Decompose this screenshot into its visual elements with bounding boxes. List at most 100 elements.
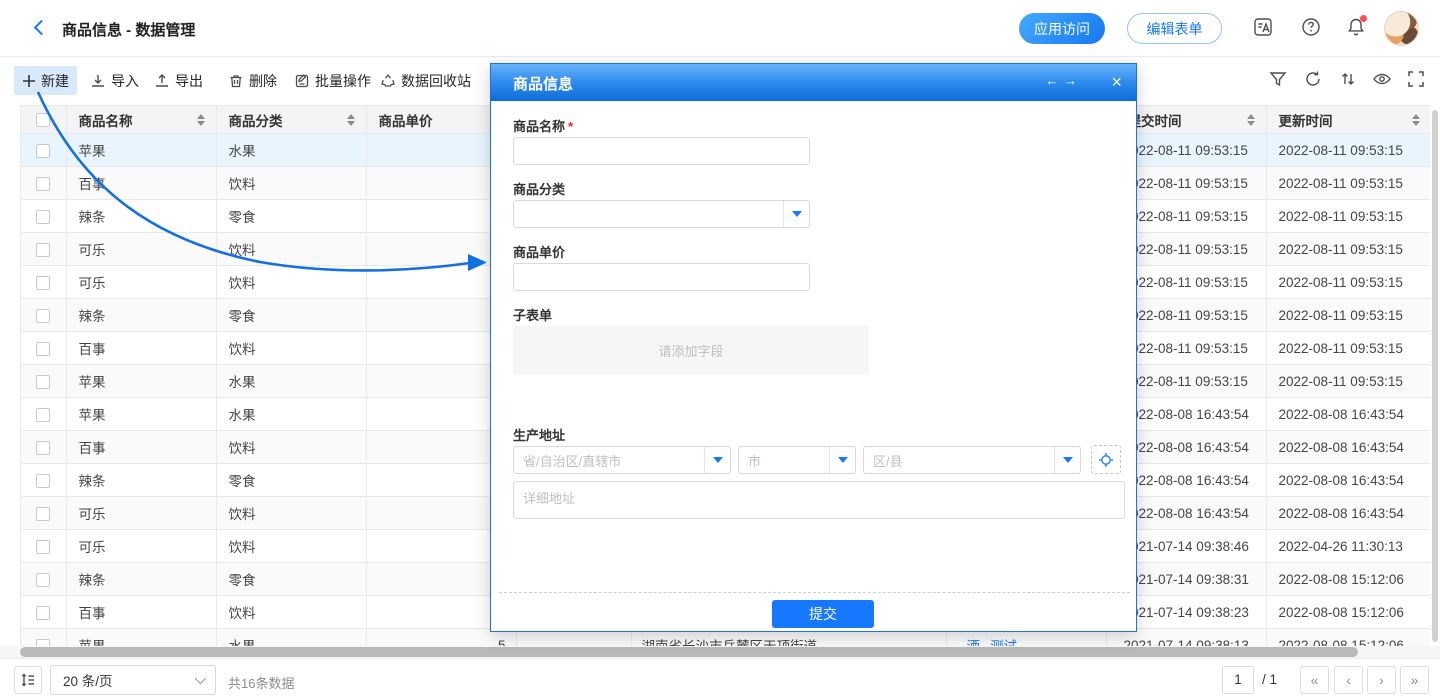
column-header-update-time[interactable]: 更新时间 (1266, 106, 1430, 134)
modal-header[interactable]: 商品信息 ← → × (491, 64, 1136, 101)
submit-button[interactable]: 提交 (772, 600, 874, 628)
page-title: 商品信息 - 数据管理 (62, 19, 195, 40)
row-checkbox[interactable] (36, 408, 50, 422)
app-access-button[interactable]: 应用访问 (1019, 13, 1105, 44)
attachment-link[interactable]: 测试 (990, 639, 1017, 646)
cell-cat: 饮料 (216, 266, 366, 299)
prev-page-button[interactable]: ‹ (1334, 666, 1363, 694)
cell-cat: 饮料 (216, 497, 366, 530)
row-checkbox[interactable] (36, 474, 50, 488)
sort-toggle-icon[interactable] (347, 114, 355, 126)
cell-check (21, 563, 66, 596)
batch-operations-button[interactable]: 批量操作 (286, 66, 379, 95)
help-icon[interactable] (1300, 16, 1322, 38)
filter-icon[interactable] (1268, 69, 1290, 91)
horizontal-scrollbar-thumb[interactable] (20, 647, 1358, 657)
delete-button[interactable]: 删除 (220, 66, 285, 95)
eye-icon[interactable] (1372, 69, 1394, 91)
close-icon[interactable]: × (1111, 70, 1122, 94)
product-price-input[interactable] (513, 263, 810, 291)
caret-down-icon (783, 201, 809, 227)
field-label-category: 商品分类 (513, 179, 565, 198)
import-button[interactable]: 导入 (82, 66, 147, 95)
row-checkbox[interactable] (36, 210, 50, 224)
column-header-name[interactable]: 商品名称 (66, 106, 216, 134)
district-select[interactable]: 区/县 (863, 446, 1081, 474)
page-size-select[interactable]: 20 条/页 (50, 665, 216, 695)
sort-toggle-icon[interactable] (1412, 114, 1420, 126)
caret-down-icon (1054, 447, 1080, 473)
fullscreen-icon[interactable] (1406, 69, 1428, 91)
cell-cat: 饮料 (216, 431, 366, 464)
row-checkbox[interactable] (36, 639, 50, 646)
row-checkbox[interactable] (36, 144, 50, 158)
attachment-link[interactable]: 酒 (967, 639, 981, 646)
back-icon[interactable] (34, 20, 50, 36)
cell-name: 可乐 (66, 233, 216, 266)
avatar[interactable] (1384, 11, 1419, 46)
cell-check (21, 332, 66, 365)
caret-down-icon (829, 447, 855, 473)
row-checkbox[interactable] (36, 573, 50, 587)
row-checkbox[interactable] (36, 507, 50, 521)
cell-check (21, 398, 66, 431)
expand-width-icon[interactable]: ← → (1045, 73, 1078, 88)
locate-button[interactable] (1091, 445, 1121, 474)
cell-update: 2022-08-08 15:12:06 (1266, 596, 1430, 629)
sort-toggle-icon[interactable] (197, 114, 205, 126)
refresh-icon[interactable] (1303, 69, 1325, 91)
row-checkbox[interactable] (36, 342, 50, 356)
row-checkbox[interactable] (36, 276, 50, 290)
cell-update: 2022-08-11 09:53:15 (1266, 365, 1430, 398)
row-checkbox[interactable] (36, 243, 50, 257)
product-info-modal: 商品信息 ← → × 商品名称* 商品分类 商品单价 子表单 请添加字段 生产地… (490, 63, 1137, 632)
language-icon[interactable] (1252, 16, 1274, 38)
page-number-input[interactable]: 1 (1222, 666, 1254, 694)
cell-name: 苹果 (66, 134, 216, 167)
cell-update: 2022-08-11 09:53:15 (1266, 299, 1430, 332)
plus-icon (22, 74, 36, 88)
row-checkbox[interactable] (36, 540, 50, 554)
row-checkbox[interactable] (36, 606, 50, 620)
new-button[interactable]: 新建 (14, 66, 77, 95)
cell-update: 2022-08-11 09:53:15 (1266, 233, 1430, 266)
row-checkbox[interactable] (36, 375, 50, 389)
horizontal-scrollbar-track[interactable] (0, 646, 1440, 658)
cell-check (21, 299, 66, 332)
batch-edit-icon (294, 73, 310, 89)
province-select[interactable]: 省/自治区/直辖市 (513, 446, 731, 474)
cell-name: 百事 (66, 167, 216, 200)
footer-divider (499, 592, 1130, 593)
row-checkbox[interactable] (36, 309, 50, 323)
city-select[interactable]: 市 (738, 446, 856, 474)
field-label-subform: 子表单 (513, 305, 552, 324)
cell-cat: 水果 (216, 398, 366, 431)
recycle-bin-button[interactable]: 数据回收站 (372, 66, 479, 95)
sort-toggle-icon[interactable] (1247, 114, 1255, 126)
row-height-icon[interactable] (14, 666, 42, 694)
column-header-category[interactable]: 商品分类 (216, 106, 366, 134)
last-page-button[interactable]: » (1400, 666, 1429, 694)
row-checkbox[interactable] (36, 177, 50, 191)
edit-form-button[interactable]: 编辑表单 (1127, 13, 1222, 44)
field-label-price: 商品单价 (513, 242, 565, 261)
cell-cat: 水果 (216, 629, 366, 647)
cell-cat: 零食 (216, 563, 366, 596)
cell-cat: 水果 (216, 365, 366, 398)
first-page-button[interactable]: « (1300, 666, 1329, 694)
vertical-scrollbar-thumb[interactable] (1432, 110, 1438, 642)
cell-name: 可乐 (66, 497, 216, 530)
cell-check (21, 596, 66, 629)
modal-title: 商品信息 (513, 73, 573, 94)
row-checkbox[interactable] (36, 441, 50, 455)
product-name-input[interactable] (513, 137, 810, 165)
bell-icon[interactable] (1345, 16, 1367, 38)
cell-update: 2022-08-08 15:12:06 (1266, 563, 1430, 596)
export-button[interactable]: 导出 (146, 66, 211, 95)
product-category-select[interactable] (513, 200, 810, 228)
next-page-button[interactable]: › (1367, 666, 1396, 694)
export-icon (154, 73, 170, 89)
sort-icon[interactable] (1338, 69, 1360, 91)
detail-address-textarea[interactable]: 详细地址 (513, 481, 1125, 519)
select-all-checkbox[interactable] (36, 113, 50, 127)
